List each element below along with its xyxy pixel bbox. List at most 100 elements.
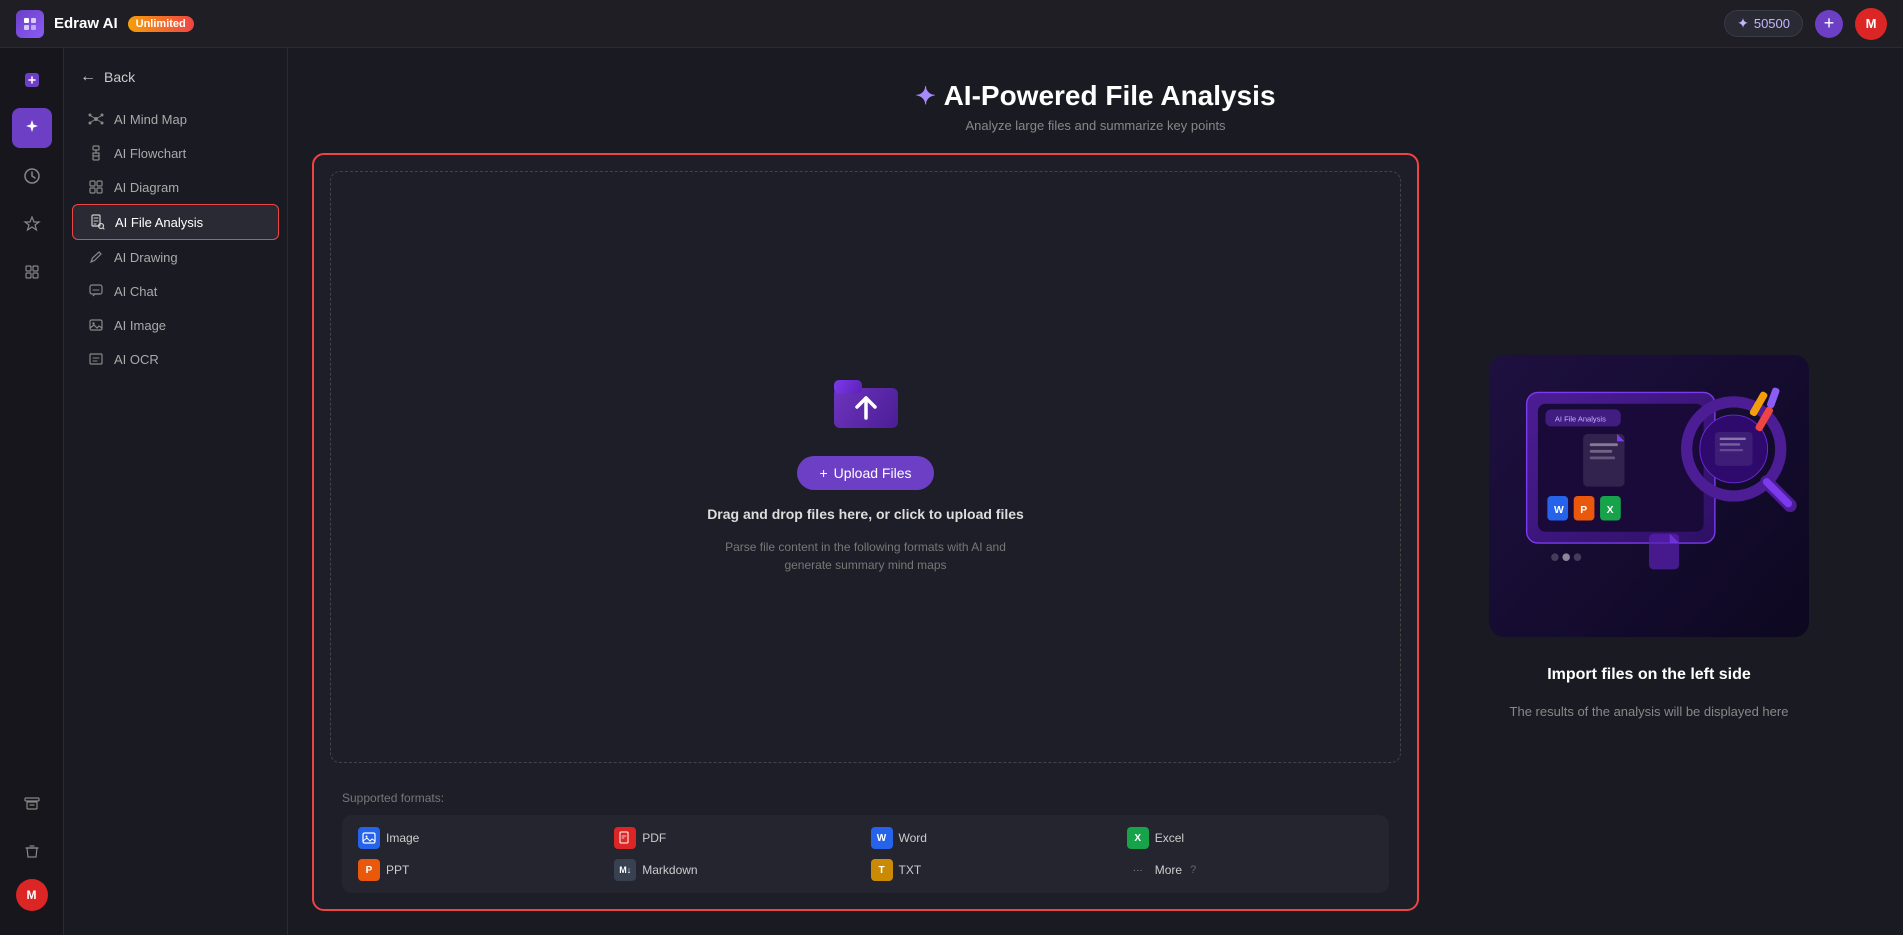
- format-pdf[interactable]: PDF: [614, 827, 860, 849]
- ai-drawing-icon: [88, 249, 104, 265]
- sidebar-label-ai-flowchart: AI Flowchart: [114, 146, 186, 161]
- sidebar-item-ai-diagram[interactable]: AI Diagram: [72, 170, 279, 204]
- topbar-left: Edraw AI Unlimited: [16, 10, 194, 38]
- format-ppt-label: PPT: [386, 863, 409, 877]
- right-panel: AI File Analysis W: [1419, 153, 1879, 911]
- star-icon: ✦: [1737, 15, 1749, 32]
- page-title: ✦ AI-Powered File Analysis: [288, 80, 1903, 112]
- format-pdf-label: PDF: [642, 831, 666, 845]
- sidebar-label-ai-file-analysis: AI File Analysis: [115, 215, 203, 230]
- iconbar-layers[interactable]: [12, 252, 52, 292]
- sidebar-item-ai-image[interactable]: AI Image: [72, 308, 279, 342]
- upload-panel: + Upload Files Drag and drop files here,…: [312, 153, 1419, 911]
- credits-button[interactable]: ✦ 50500: [1724, 10, 1803, 37]
- format-more[interactable]: ··· More ?: [1127, 859, 1373, 881]
- format-more-icon: ···: [1127, 859, 1149, 881]
- page-header: ✦ AI-Powered File Analysis Analyze large…: [288, 48, 1903, 153]
- ai-image-icon: [88, 317, 104, 333]
- ai-chat-icon: [88, 283, 104, 299]
- illustration: AI File Analysis W: [1489, 346, 1809, 646]
- icon-bar: M: [0, 48, 64, 935]
- format-excel-label: Excel: [1155, 831, 1184, 845]
- format-txt-icon: T: [871, 859, 893, 881]
- badge-unlimited: Unlimited: [128, 16, 194, 32]
- page-title-text: AI-Powered File Analysis: [944, 80, 1276, 112]
- plus-button[interactable]: +: [1815, 10, 1843, 38]
- sparkle-icon: ✦: [915, 82, 935, 111]
- sidebar-label-ai-ocr: AI OCR: [114, 352, 159, 367]
- format-word-label: Word: [899, 831, 927, 845]
- format-txt-label: TXT: [899, 863, 922, 877]
- ai-file-analysis-icon: [89, 214, 105, 230]
- right-panel-title: Import files on the left side: [1547, 666, 1751, 684]
- upload-icon-wrapper: [826, 360, 906, 440]
- iconbar-ai[interactable]: [12, 108, 52, 148]
- sidebar-item-ai-chat[interactable]: AI Chat: [72, 274, 279, 308]
- avatar[interactable]: M: [1855, 8, 1887, 40]
- back-button[interactable]: ← Back: [64, 60, 287, 102]
- iconbar-archive[interactable]: [12, 783, 52, 823]
- iconbar-star[interactable]: [12, 204, 52, 244]
- format-markdown-icon: M↓: [614, 859, 636, 881]
- format-txt[interactable]: T TXT: [871, 859, 1117, 881]
- sidebar-item-ai-mind-map[interactable]: AI Mind Map: [72, 102, 279, 136]
- upload-drag-text: Drag and drop files here, or click to up…: [707, 506, 1024, 522]
- format-image[interactable]: Image: [358, 827, 604, 849]
- sidebar-label-ai-diagram: AI Diagram: [114, 180, 179, 195]
- upload-dropzone[interactable]: + Upload Files Drag and drop files here,…: [330, 171, 1401, 763]
- sidebar-item-ai-file-analysis[interactable]: AI File Analysis: [72, 204, 279, 240]
- format-pdf-icon: [614, 827, 636, 849]
- svg-text:X: X: [1607, 504, 1614, 515]
- sidebar: ← Back AI Mind Map AI Flowchart: [64, 48, 288, 935]
- format-more-label: More: [1155, 863, 1182, 877]
- formats-grid: Image PDF W: [342, 815, 1389, 893]
- format-image-icon: [358, 827, 380, 849]
- credits-value: 50500: [1754, 16, 1790, 31]
- upload-files-button[interactable]: + Upload Files: [797, 456, 933, 490]
- topbar-right: ✦ 50500 + M: [1724, 8, 1887, 40]
- svg-text:P: P: [1580, 504, 1587, 515]
- right-panel-subtitle: The results of the analysis will be disp…: [1510, 704, 1789, 719]
- format-word-icon: W: [871, 827, 893, 849]
- ai-mind-map-icon: [88, 111, 104, 127]
- upload-btn-label: Upload Files: [834, 465, 912, 481]
- format-ppt[interactable]: P PPT: [358, 859, 604, 881]
- more-help-icon: ?: [1190, 864, 1196, 876]
- two-column-layout: + Upload Files Drag and drop files here,…: [288, 153, 1903, 935]
- svg-text:W: W: [1554, 504, 1564, 515]
- iconbar-new[interactable]: [12, 60, 52, 100]
- sidebar-item-ai-drawing[interactable]: AI Drawing: [72, 240, 279, 274]
- back-arrow-icon: ←: [80, 68, 96, 86]
- iconbar-history[interactable]: [12, 156, 52, 196]
- svg-text:AI File Analysis: AI File Analysis: [1555, 414, 1606, 423]
- iconbar-trash[interactable]: [12, 831, 52, 871]
- avatar-bottom[interactable]: M: [16, 879, 48, 911]
- iconbar-bottom: M: [12, 783, 52, 923]
- format-excel[interactable]: X Excel: [1127, 827, 1373, 849]
- app-name: Edraw AI: [54, 15, 118, 32]
- format-word[interactable]: W Word: [871, 827, 1117, 849]
- formats-section: Supported formats: Image: [314, 779, 1417, 909]
- format-ppt-icon: P: [358, 859, 380, 881]
- format-markdown[interactable]: M↓ Markdown: [614, 859, 860, 881]
- sidebar-item-ai-ocr[interactable]: AI OCR: [72, 342, 279, 376]
- formats-label: Supported formats:: [342, 791, 1389, 805]
- format-markdown-label: Markdown: [642, 863, 697, 877]
- ai-diagram-icon: [88, 179, 104, 195]
- page-subtitle: Analyze large files and summarize key po…: [288, 118, 1903, 133]
- sidebar-label-ai-mind-map: AI Mind Map: [114, 112, 187, 127]
- sidebar-label-ai-image: AI Image: [114, 318, 166, 333]
- app-logo: [16, 10, 44, 38]
- format-image-label: Image: [386, 831, 419, 845]
- ai-flowchart-icon: [88, 145, 104, 161]
- sidebar-item-ai-flowchart[interactable]: AI Flowchart: [72, 136, 279, 170]
- back-label: Back: [104, 69, 135, 85]
- ai-ocr-icon: [88, 351, 104, 367]
- sidebar-label-ai-drawing: AI Drawing: [114, 250, 178, 265]
- topbar: Edraw AI Unlimited ✦ 50500 + M: [0, 0, 1903, 48]
- sidebar-label-ai-chat: AI Chat: [114, 284, 157, 299]
- main-layout: M ← Back AI Mind Map AI F: [0, 48, 1903, 935]
- content-area: ✦ AI-Powered File Analysis Analyze large…: [288, 48, 1903, 935]
- upload-parse-text: Parse file content in the following form…: [716, 538, 1016, 574]
- format-excel-icon: X: [1127, 827, 1149, 849]
